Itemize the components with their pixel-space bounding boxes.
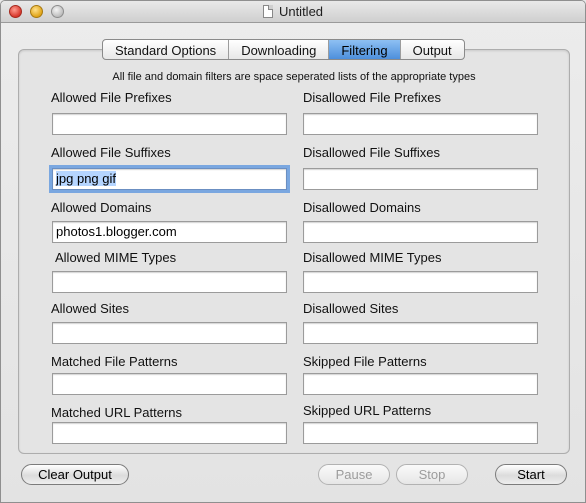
skipped-file-patterns-label: Skipped File Patterns [303, 354, 427, 369]
disallowed-mime-types-label: Disallowed MIME Types [303, 250, 442, 265]
matched-url-patterns-field[interactable] [52, 422, 287, 444]
allowed-domains-field[interactable]: photos1.blogger.com [52, 221, 287, 243]
tab-filtering[interactable]: Filtering [329, 40, 401, 59]
disallowed-file-suffixes-field[interactable] [303, 168, 538, 190]
tab-output[interactable]: Output [401, 40, 464, 59]
document-icon [262, 5, 273, 18]
disallowed-domains-field[interactable] [303, 221, 538, 243]
skipped-url-patterns-field[interactable] [303, 422, 538, 444]
clear-output-button[interactable]: Clear Output [21, 464, 129, 485]
disallowed-mime-types-field[interactable] [303, 271, 538, 293]
tab-bar: Standard Options Downloading Filtering O… [102, 39, 465, 60]
disallowed-file-prefixes-label: Disallowed File Prefixes [303, 90, 441, 105]
window-title: Untitled [278, 4, 324, 19]
allowed-mime-types-field[interactable] [52, 271, 287, 293]
window-title-group: Untitled [1, 4, 585, 19]
app-window: Untitled Standard Options Downloading Fi… [0, 0, 586, 503]
stop-button[interactable]: Stop [396, 464, 468, 485]
disallowed-sites-label: Disallowed Sites [303, 301, 399, 316]
skipped-file-patterns-field[interactable] [303, 373, 538, 395]
tab-downloading[interactable]: Downloading [229, 40, 330, 59]
title-bar[interactable]: Untitled [1, 1, 585, 23]
filter-help-text: All file and domain filters are space se… [112, 71, 476, 83]
allowed-file-suffixes-field[interactable]: jpg png gif [49, 165, 290, 193]
pause-button[interactable]: Pause [318, 464, 390, 485]
allowed-domains-label: Allowed Domains [51, 200, 152, 215]
allowed-sites-field[interactable] [52, 322, 287, 344]
allowed-file-suffixes-value: jpg png gif [56, 171, 116, 186]
disallowed-domains-label: Disallowed Domains [303, 200, 421, 215]
disallowed-sites-field[interactable] [303, 322, 538, 344]
matched-url-patterns-label: Matched URL Patterns [51, 405, 183, 420]
matched-file-patterns-label: Matched File Patterns [51, 354, 178, 369]
disallowed-file-prefixes-field[interactable] [303, 113, 538, 135]
tab-standard-options[interactable]: Standard Options [103, 40, 230, 59]
allowed-file-prefixes-label: Allowed File Prefixes [51, 90, 172, 105]
allowed-mime-types-label: Allowed MIME Types [55, 250, 177, 265]
skipped-url-patterns-label: Skipped URL Patterns [303, 403, 432, 418]
allowed-file-suffixes-label: Allowed File Suffixes [51, 145, 171, 160]
allowed-sites-label: Allowed Sites [51, 301, 130, 316]
allowed-file-prefixes-field[interactable] [52, 113, 287, 135]
matched-file-patterns-field[interactable] [52, 373, 287, 395]
start-button[interactable]: Start [495, 464, 567, 485]
disallowed-file-suffixes-label: Disallowed File Suffixes [303, 145, 441, 160]
